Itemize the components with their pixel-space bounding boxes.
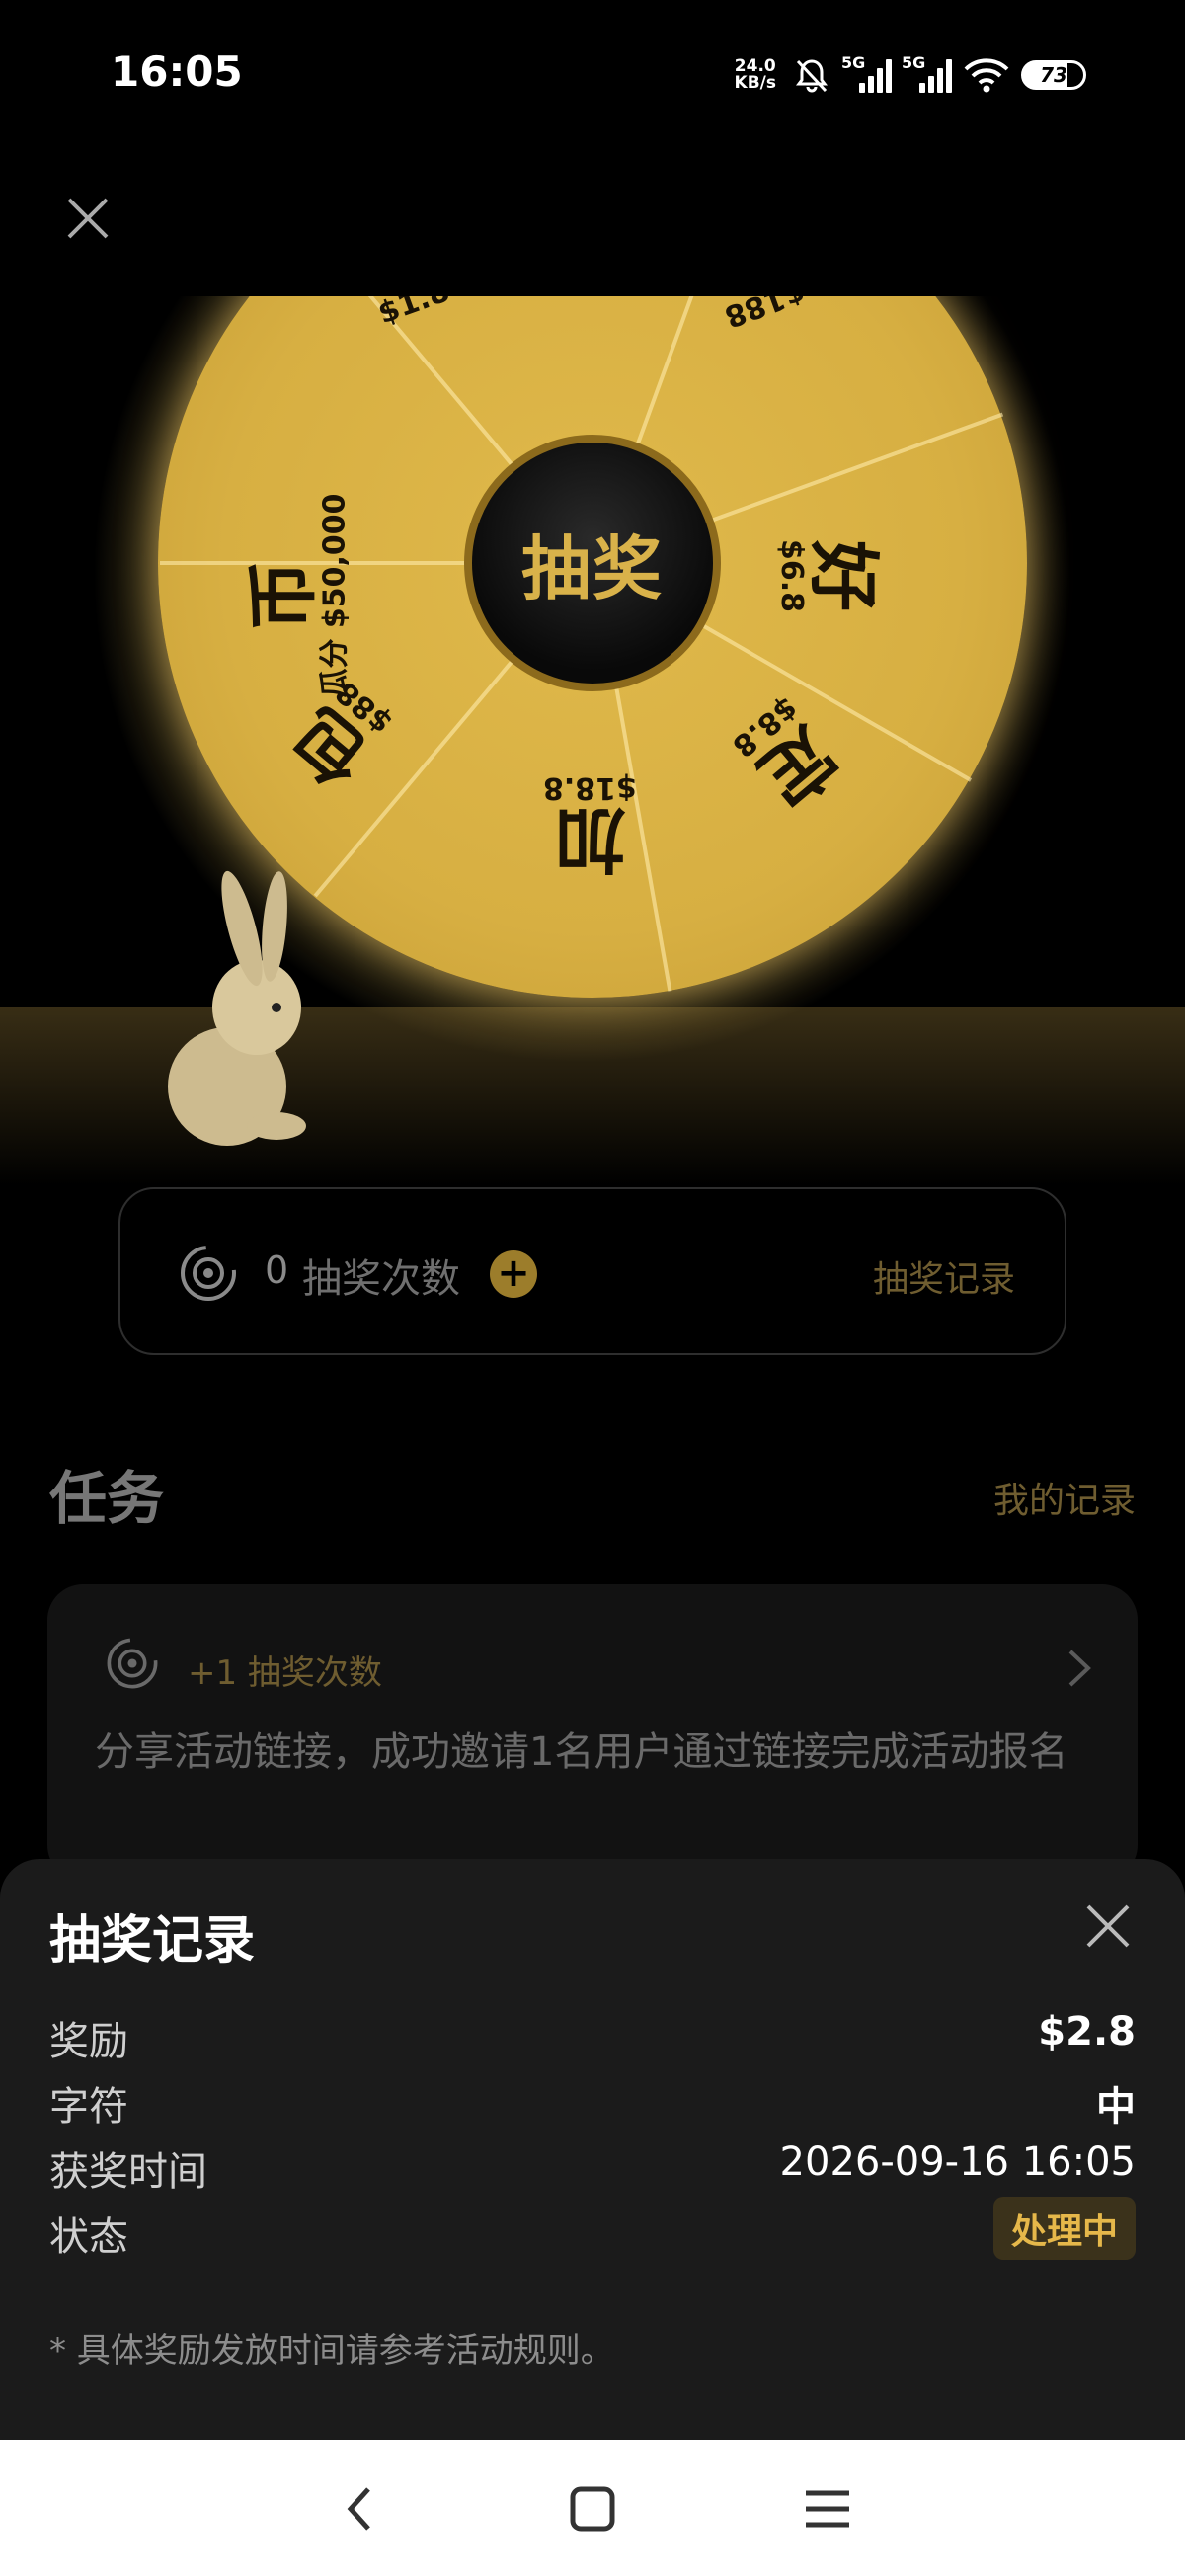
net-speed: 24.0 KB/s: [735, 58, 776, 92]
wheel-segment: 币 瓜分 $50,000: [241, 493, 353, 698]
record-row-character: 字符 中: [49, 2074, 1136, 2133]
task-reward: +1 抽奖次数: [188, 1653, 382, 1693]
chevron-right-icon: [1068, 1650, 1091, 1687]
battery-level: 73: [1040, 63, 1067, 87]
record-row-time: 获奖时间 2026-09-16 16:05: [49, 2139, 1136, 2199]
status-badge: 处理中: [992, 2197, 1136, 2260]
wheel-segment: 快 $1.8: [349, 296, 454, 332]
task-description: 分享活动链接，成功邀请1名用户通过链接完成活动报名: [95, 1730, 1068, 1775]
wifi-icon: [964, 58, 1009, 93]
segment-value: $18.8: [543, 770, 637, 805]
back-icon[interactable]: [331, 2479, 390, 2538]
close-icon[interactable]: [1080, 1898, 1136, 1954]
status-bar: 16:05 24.0 KB/s 5G 5G 73: [0, 0, 1185, 148]
add-draws-button[interactable]: +: [490, 1250, 537, 1298]
segment-value: $6.8: [774, 538, 810, 613]
lottery-wheel-area: 快 $1.8 $188 秋 好 $6.8 定 $8.8 加 $18.8 包 $8…: [0, 296, 1185, 1185]
record-label: 状态: [49, 2214, 128, 2260]
segment-char: 好: [802, 539, 886, 611]
spin-button-label: 抽奖: [521, 527, 664, 609]
wheel-segment: 好 $6.8: [774, 538, 886, 613]
mute-bell-icon: [796, 59, 828, 93]
signal-icon: 5G: [902, 53, 952, 93]
record-label: 奖励: [49, 2019, 128, 2064]
record-label: 字符: [49, 2084, 128, 2130]
status-icons: 24.0 KB/s 5G 5G 73: [735, 49, 1086, 101]
spin-button[interactable]: 抽奖: [464, 435, 721, 691]
status-time: 16:05: [111, 47, 243, 96]
my-records-link[interactable]: 我的记录: [993, 1472, 1136, 1523]
draw-count-label: 抽奖次数: [302, 1256, 460, 1302]
home-icon[interactable]: [563, 2479, 622, 2538]
signal-label: 5G: [902, 53, 926, 72]
record-label: 获奖时间: [49, 2149, 207, 2195]
segment-char: 加: [554, 798, 626, 881]
sheet-title: 抽奖记录: [49, 1911, 256, 1971]
record-value: 2026-09-16 16:05: [779, 2139, 1136, 2185]
record-value: 中: [1096, 2084, 1136, 2130]
net-speed-unit: KB/s: [734, 73, 776, 93]
segment-char: 币: [241, 560, 325, 632]
lottery-ticket-icon: [107, 1638, 158, 1689]
signal-icon: 5G: [841, 53, 892, 93]
menu-icon[interactable]: [798, 2479, 857, 2538]
record-row-status: 状态 处理中: [49, 2197, 1136, 2264]
close-icon[interactable]: [59, 190, 117, 247]
rabbit-illustration: [168, 870, 306, 1146]
draw-count-value: 0: [265, 1248, 289, 1292]
segment-value: 瓜分 $50,000: [317, 493, 353, 698]
record-row-reward: 奖励 $2.8: [49, 2009, 1136, 2068]
signal-label: 5G: [841, 53, 866, 72]
wheel-segment: 加 $18.8: [543, 770, 637, 881]
system-nav-bar: [0, 2440, 1185, 2576]
tasks-title: 任务: [49, 1465, 165, 1532]
segment-value: $1.8: [373, 296, 454, 332]
wheel-segment: $188 秋: [695, 296, 810, 334]
draw-record-sheet: 抽奖记录 奖励 $2.8 字符 中 获奖时间 2026-09-16 16:05 …: [0, 1859, 1185, 2440]
wheel-segment: 定 $8.8: [726, 690, 852, 822]
task-card[interactable]: +1 抽奖次数 分享活动链接，成功邀请1名用户通过链接完成活动报名: [47, 1584, 1138, 1881]
reward-footnote: * 具体奖励发放时间请参考活动规则。: [49, 2331, 614, 2371]
lottery-ticket-icon: [181, 1246, 236, 1301]
draw-count-bar: 0 抽奖次数 + 抽奖记录: [118, 1187, 1066, 1355]
record-value: $2.8: [1038, 2009, 1136, 2054]
draw-records-link[interactable]: 抽奖记录: [873, 1250, 1015, 1302]
battery-icon: 73: [1021, 60, 1086, 90]
